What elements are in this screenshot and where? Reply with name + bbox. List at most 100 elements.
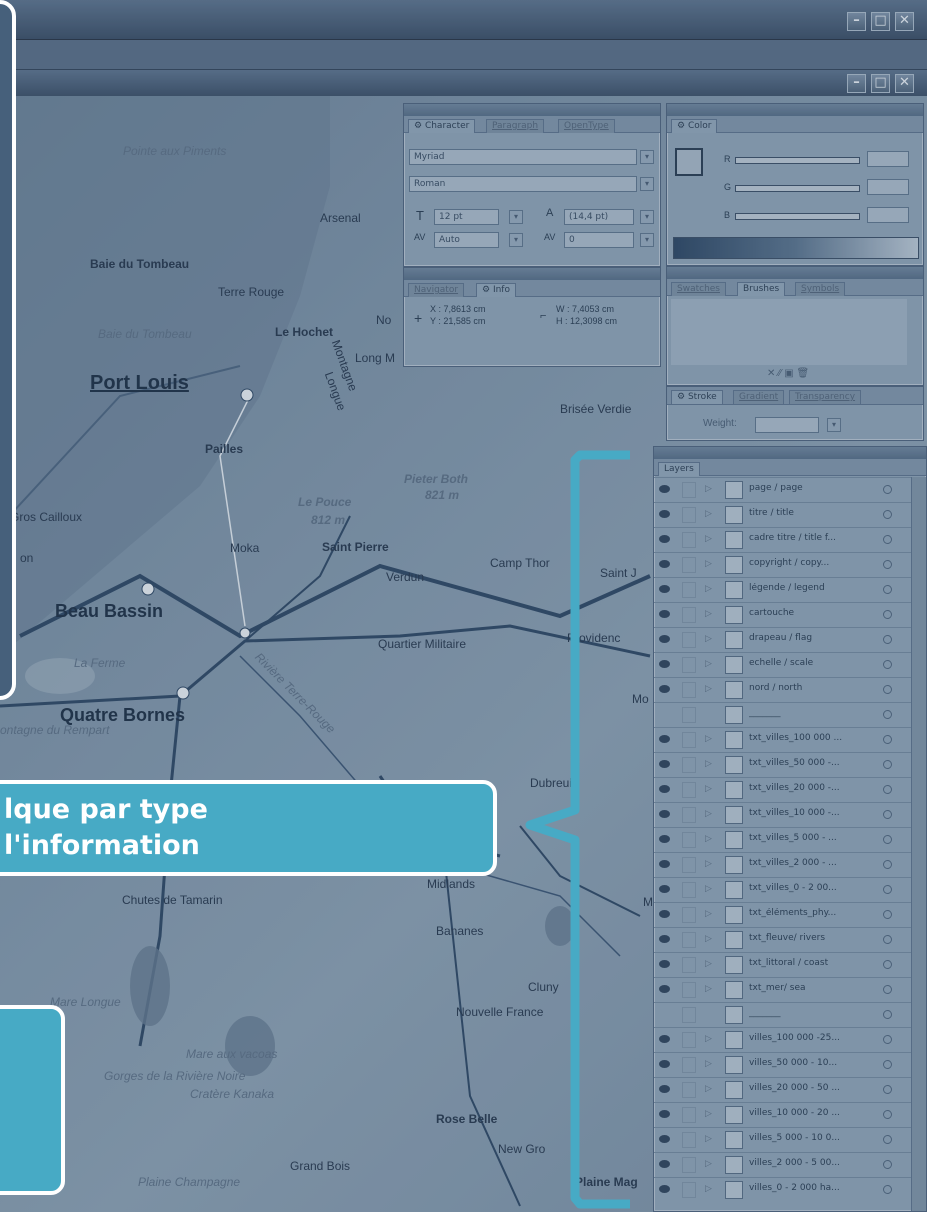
- layer-row[interactable]: ▷ txt_mer/ sea: [654, 977, 924, 1001]
- chevron-down-icon[interactable]: ▾: [640, 177, 654, 191]
- chevron-down-icon[interactable]: ▾: [827, 418, 841, 432]
- eye-icon[interactable]: [659, 960, 670, 968]
- layer-row[interactable]: ▷ nord / north: [654, 677, 924, 701]
- lock-toggle[interactable]: [682, 832, 696, 848]
- stroke-weight-field[interactable]: [755, 417, 819, 433]
- swatches-panel-titlebar[interactable]: [667, 267, 923, 279]
- expand-triangle-icon[interactable]: ▷: [705, 1159, 712, 1169]
- layer-row[interactable]: ▷ villes_0 - 2 000 ha...: [654, 1177, 924, 1201]
- layer-row[interactable]: ▷ txt_villes_100 000 ...: [654, 727, 924, 751]
- lock-toggle[interactable]: [682, 1132, 696, 1148]
- lock-toggle[interactable]: [682, 1057, 696, 1073]
- tab-navigator[interactable]: Navigator: [408, 283, 465, 297]
- target-circle-icon[interactable]: [883, 1060, 892, 1069]
- eye-icon[interactable]: [659, 935, 670, 943]
- eye-icon[interactable]: [659, 685, 670, 693]
- layer-name[interactable]: txt_villes_10 000 -...: [749, 808, 879, 818]
- eye-icon[interactable]: [659, 760, 670, 768]
- expand-triangle-icon[interactable]: ▷: [705, 484, 712, 494]
- eye-icon[interactable]: [659, 810, 670, 818]
- expand-triangle-icon[interactable]: ▷: [705, 659, 712, 669]
- eye-icon[interactable]: [659, 735, 670, 743]
- expand-triangle-icon[interactable]: ▷: [705, 1084, 712, 1094]
- tab-color[interactable]: ⚙ Color: [671, 119, 718, 133]
- eye-icon[interactable]: [659, 910, 670, 918]
- expand-triangle-icon[interactable]: ▷: [705, 884, 712, 894]
- expand-triangle-icon[interactable]: ▷: [705, 809, 712, 819]
- eye-icon[interactable]: [659, 1160, 670, 1168]
- expand-triangle-icon[interactable]: ▷: [705, 909, 712, 919]
- close-icon[interactable]: ✕: [895, 12, 914, 31]
- layer-name[interactable]: txt_villes_5 000 - ...: [749, 833, 879, 843]
- layer-name[interactable]: txt_villes_100 000 ...: [749, 733, 879, 743]
- channel-b-field[interactable]: [867, 207, 909, 223]
- font-style-select[interactable]: Roman: [409, 176, 637, 192]
- layer-name[interactable]: txt_villes_20 000 -...: [749, 783, 879, 793]
- eye-icon[interactable]: [659, 1135, 670, 1143]
- lock-toggle[interactable]: [682, 682, 696, 698]
- channel-b-slider[interactable]: [735, 213, 860, 220]
- maximize-icon[interactable]: □: [871, 12, 890, 31]
- layer-row[interactable]: _______: [654, 1002, 924, 1026]
- eye-icon[interactable]: [659, 785, 670, 793]
- lock-toggle[interactable]: [682, 757, 696, 773]
- kerning-field[interactable]: Auto: [434, 232, 499, 248]
- eye-icon[interactable]: [659, 1060, 670, 1068]
- expand-triangle-icon[interactable]: ▷: [705, 734, 712, 744]
- layer-row[interactable]: ▷ villes_20 000 - 50 ...: [654, 1077, 924, 1101]
- channel-g-field[interactable]: [867, 179, 909, 195]
- eye-icon[interactable]: [659, 610, 670, 618]
- eye-icon[interactable]: [659, 1085, 670, 1093]
- lock-toggle[interactable]: [682, 882, 696, 898]
- lock-toggle[interactable]: [682, 532, 696, 548]
- layer-row[interactable]: ▷ page / page: [654, 477, 924, 501]
- target-circle-icon[interactable]: [883, 1185, 892, 1194]
- chevron-down-icon[interactable]: ▾: [509, 233, 523, 247]
- layer-name[interactable]: txt_éléments_phy...: [749, 908, 879, 918]
- eye-icon[interactable]: [659, 510, 670, 518]
- eye-icon[interactable]: [659, 635, 670, 643]
- lock-toggle[interactable]: [682, 932, 696, 948]
- target-circle-icon[interactable]: [883, 1160, 892, 1169]
- expand-triangle-icon[interactable]: ▷: [705, 559, 712, 569]
- lock-toggle[interactable]: [682, 957, 696, 973]
- doc-maximize-icon[interactable]: □: [871, 74, 890, 93]
- layer-name[interactable]: page / page: [749, 483, 879, 493]
- eye-icon[interactable]: [659, 1110, 670, 1118]
- layer-name[interactable]: villes_50 000 - 10...: [749, 1058, 879, 1068]
- target-circle-icon[interactable]: [883, 985, 892, 994]
- expand-triangle-icon[interactable]: ▷: [705, 1109, 712, 1119]
- layer-name[interactable]: txt_villes_0 - 2 00...: [749, 883, 879, 893]
- lock-toggle[interactable]: [682, 482, 696, 498]
- layer-name[interactable]: cadre titre / title f...: [749, 533, 879, 543]
- tab-info[interactable]: ⚙ Info: [476, 283, 516, 297]
- tab-opentype[interactable]: OpenType: [558, 119, 615, 133]
- brush-tools-icon[interactable]: ✕ ⁄⁄ ▣ 🗑: [767, 368, 809, 379]
- expand-triangle-icon[interactable]: ▷: [705, 684, 712, 694]
- layer-row[interactable]: ▷ titre / title: [654, 502, 924, 526]
- target-circle-icon[interactable]: [883, 1035, 892, 1044]
- expand-triangle-icon[interactable]: ▷: [705, 984, 712, 994]
- info-panel-titlebar[interactable]: [404, 268, 660, 280]
- layer-name[interactable]: _______: [749, 708, 879, 718]
- tab-gradient[interactable]: Gradient: [733, 390, 785, 404]
- minimize-icon[interactable]: –: [847, 12, 866, 31]
- layer-row[interactable]: ▷ cartouche: [654, 602, 924, 626]
- eye-icon[interactable]: [659, 1185, 670, 1193]
- lock-toggle[interactable]: [682, 707, 696, 723]
- chevron-down-icon[interactable]: ▾: [640, 210, 654, 224]
- lock-toggle[interactable]: [682, 782, 696, 798]
- target-circle-icon[interactable]: [883, 685, 892, 694]
- target-circle-icon[interactable]: [883, 485, 892, 494]
- layer-row[interactable]: ▷ txt_éléments_phy...: [654, 902, 924, 926]
- layer-name[interactable]: txt_littoral / coast: [749, 958, 879, 968]
- target-circle-icon[interactable]: [883, 735, 892, 744]
- color-spectrum[interactable]: [673, 237, 919, 259]
- layers-panel-titlebar[interactable]: [654, 447, 926, 459]
- layer-name[interactable]: villes_2 000 - 5 00...: [749, 1158, 879, 1168]
- lock-toggle[interactable]: [682, 1107, 696, 1123]
- target-circle-icon[interactable]: [883, 835, 892, 844]
- expand-triangle-icon[interactable]: ▷: [705, 584, 712, 594]
- layer-name[interactable]: cartouche: [749, 608, 879, 618]
- target-circle-icon[interactable]: [883, 1135, 892, 1144]
